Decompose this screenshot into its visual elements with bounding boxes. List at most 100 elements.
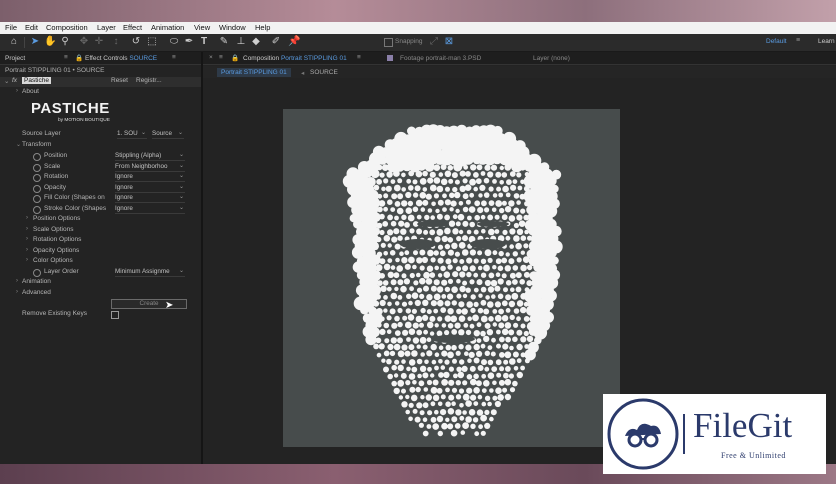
expand-triangle-icon[interactable]: ⌄ bbox=[16, 141, 21, 148]
flow-tab-comp[interactable]: Portrait STIPPLING 01 bbox=[217, 68, 291, 77]
menu-help[interactable]: Help bbox=[255, 23, 270, 32]
stopwatch-icon[interactable] bbox=[33, 163, 41, 172]
stipple-dot bbox=[419, 192, 427, 199]
property-dropdown[interactable]: Ignore ⌄ bbox=[115, 194, 185, 203]
filegit-name: FileGit bbox=[693, 406, 793, 445]
menu-effect[interactable]: Effect bbox=[123, 23, 142, 32]
stopwatch-icon[interactable] bbox=[33, 153, 41, 161]
workspace-menu-icon[interactable]: ≡ bbox=[796, 37, 800, 44]
menu-layer[interactable]: Layer bbox=[97, 23, 116, 32]
eraser-tool-icon[interactable]: ◆ bbox=[250, 36, 262, 48]
collapse-triangle-icon[interactable]: › bbox=[26, 247, 28, 253]
create-button[interactable]: Create bbox=[111, 299, 187, 309]
menu-composition[interactable]: Composition bbox=[46, 23, 88, 32]
snap-grid-icon[interactable]: ⊠ bbox=[443, 36, 455, 48]
tab-layer[interactable]: Layer (none) bbox=[533, 55, 570, 62]
layer-order-dropdown[interactable]: Minimum Assignme ⌄ bbox=[115, 268, 185, 277]
property-dropdown[interactable]: Ignore ⌄ bbox=[115, 173, 185, 182]
stipple-dot bbox=[483, 335, 490, 343]
tab-effect-controls[interactable]: Effect Controls SOURCE bbox=[85, 55, 157, 62]
stopwatch-icon[interactable] bbox=[33, 205, 41, 214]
snapping-checkbox[interactable] bbox=[384, 38, 393, 47]
collapse-triangle-icon[interactable]: › bbox=[26, 236, 28, 242]
tab-menu-icon[interactable]: ≡ bbox=[172, 54, 176, 61]
lock-icon[interactable]: 🔒 bbox=[231, 54, 239, 62]
composition-viewer[interactable] bbox=[283, 109, 620, 447]
stipple-dot bbox=[401, 344, 408, 351]
property-dropdown[interactable]: Ignore ⌄ bbox=[115, 184, 185, 193]
tab-footage[interactable]: Footage portrait-man 3.PSD bbox=[400, 55, 481, 62]
filegit-tagline: Free & Unlimited bbox=[721, 451, 786, 460]
puppet-pin-icon[interactable]: 📌 bbox=[288, 36, 300, 48]
roto-brush-icon[interactable]: ✐ bbox=[270, 36, 282, 48]
source-dropdown[interactable]: Source ⌄ bbox=[152, 130, 184, 139]
tab-menu-icon[interactable]: ≡ bbox=[357, 54, 361, 61]
dolly-camera-icon[interactable]: ↕ bbox=[110, 36, 122, 48]
stipple-dot bbox=[508, 258, 515, 265]
orbit-camera-icon[interactable]: ✥ bbox=[78, 36, 90, 48]
stopwatch-icon[interactable] bbox=[33, 174, 41, 182]
panel-menu-icon[interactable]: ≡ bbox=[64, 54, 68, 61]
menu-animation[interactable]: Animation bbox=[151, 23, 184, 32]
stipple-dot bbox=[490, 164, 498, 171]
expand-triangle-icon[interactable]: ⌄ bbox=[4, 77, 9, 85]
tab-project[interactable]: Project bbox=[5, 55, 25, 62]
workspace-default[interactable]: Default bbox=[766, 38, 787, 45]
stipple-dot bbox=[523, 243, 529, 249]
clone-stamp-icon[interactable]: ⊥ bbox=[235, 36, 247, 48]
collapse-triangle-icon[interactable]: › bbox=[16, 278, 18, 284]
close-tab-icon[interactable]: × bbox=[209, 54, 213, 61]
collapse-triangle-icon[interactable]: › bbox=[16, 289, 18, 295]
stipple-dot bbox=[426, 265, 434, 272]
menu-file[interactable]: File bbox=[5, 23, 17, 32]
reset-link[interactable]: Reset bbox=[111, 77, 128, 84]
stipple-dot bbox=[396, 207, 404, 215]
home-icon[interactable]: ⌂ bbox=[8, 36, 20, 48]
snap-options-icon[interactable]: ⤢ bbox=[428, 36, 440, 48]
zoom-tool-icon[interactable]: ⚲ bbox=[59, 36, 71, 48]
stippled-portrait bbox=[342, 124, 563, 437]
flow-tab-source[interactable]: SOURCE bbox=[310, 69, 338, 76]
stipple-dot bbox=[472, 417, 479, 423]
stipple-dot bbox=[483, 192, 490, 198]
collapse-triangle-icon[interactable]: › bbox=[26, 226, 28, 232]
comp-menu-icon[interactable]: ≡ bbox=[219, 54, 223, 61]
property-dropdown[interactable]: Ignore ⌄ bbox=[115, 205, 185, 214]
pan-camera-icon[interactable]: ✛ bbox=[93, 36, 105, 48]
tab-composition[interactable]: Composition Portrait STIPPLING 01 bbox=[243, 55, 347, 62]
stipple-dot bbox=[383, 235, 391, 242]
remove-keys-checkbox[interactable] bbox=[111, 311, 119, 319]
collapse-triangle-icon[interactable]: › bbox=[16, 88, 18, 94]
fx-icon[interactable]: fx bbox=[12, 77, 17, 84]
rotate-tool-icon[interactable]: ↺ bbox=[130, 36, 142, 48]
effect-header-row[interactable]: ⌄ fx Pastiche Reset Registr... bbox=[0, 77, 201, 87]
hand-tool-icon[interactable]: ✋ bbox=[44, 36, 56, 48]
stipple-dot bbox=[375, 264, 383, 272]
stopwatch-icon[interactable] bbox=[33, 268, 41, 277]
stopwatch-icon[interactable] bbox=[33, 195, 41, 203]
menu-window[interactable]: Window bbox=[219, 23, 246, 32]
stipple-dot bbox=[463, 164, 469, 170]
stipple-dot bbox=[397, 337, 403, 344]
brush-tool-icon[interactable]: ✎ bbox=[218, 36, 230, 48]
source-layer-dropdown[interactable]: 1. SOU ⌄ bbox=[117, 130, 147, 139]
register-link[interactable]: Registr... bbox=[136, 77, 162, 84]
pen-tool-icon[interactable]: ✒ bbox=[183, 36, 195, 48]
ellipse-tool-icon[interactable]: ⬭ bbox=[168, 36, 180, 48]
collapse-triangle-icon[interactable]: › bbox=[26, 257, 28, 263]
menu-view[interactable]: View bbox=[194, 23, 210, 32]
collapse-triangle-icon[interactable]: › bbox=[26, 215, 28, 221]
stipple-dot bbox=[375, 294, 381, 300]
lock-icon[interactable]: 🔒 bbox=[75, 54, 83, 62]
stipple-dot bbox=[516, 316, 521, 322]
property-dropdown[interactable]: From Neighborhoo ⌄ bbox=[115, 163, 185, 172]
type-tool-icon[interactable]: T bbox=[198, 36, 210, 48]
workspace-learn[interactable]: Learn bbox=[818, 38, 835, 45]
stipple-dot bbox=[475, 380, 482, 387]
stipple-dot bbox=[487, 286, 495, 293]
property-dropdown[interactable]: Stippling (Alpha) ⌄ bbox=[115, 152, 185, 161]
selection-tool-icon[interactable]: ➤ bbox=[29, 36, 41, 48]
pan-behind-icon[interactable]: ⬚ bbox=[146, 36, 158, 48]
menu-edit[interactable]: Edit bbox=[25, 23, 38, 32]
stopwatch-icon[interactable] bbox=[33, 184, 41, 193]
